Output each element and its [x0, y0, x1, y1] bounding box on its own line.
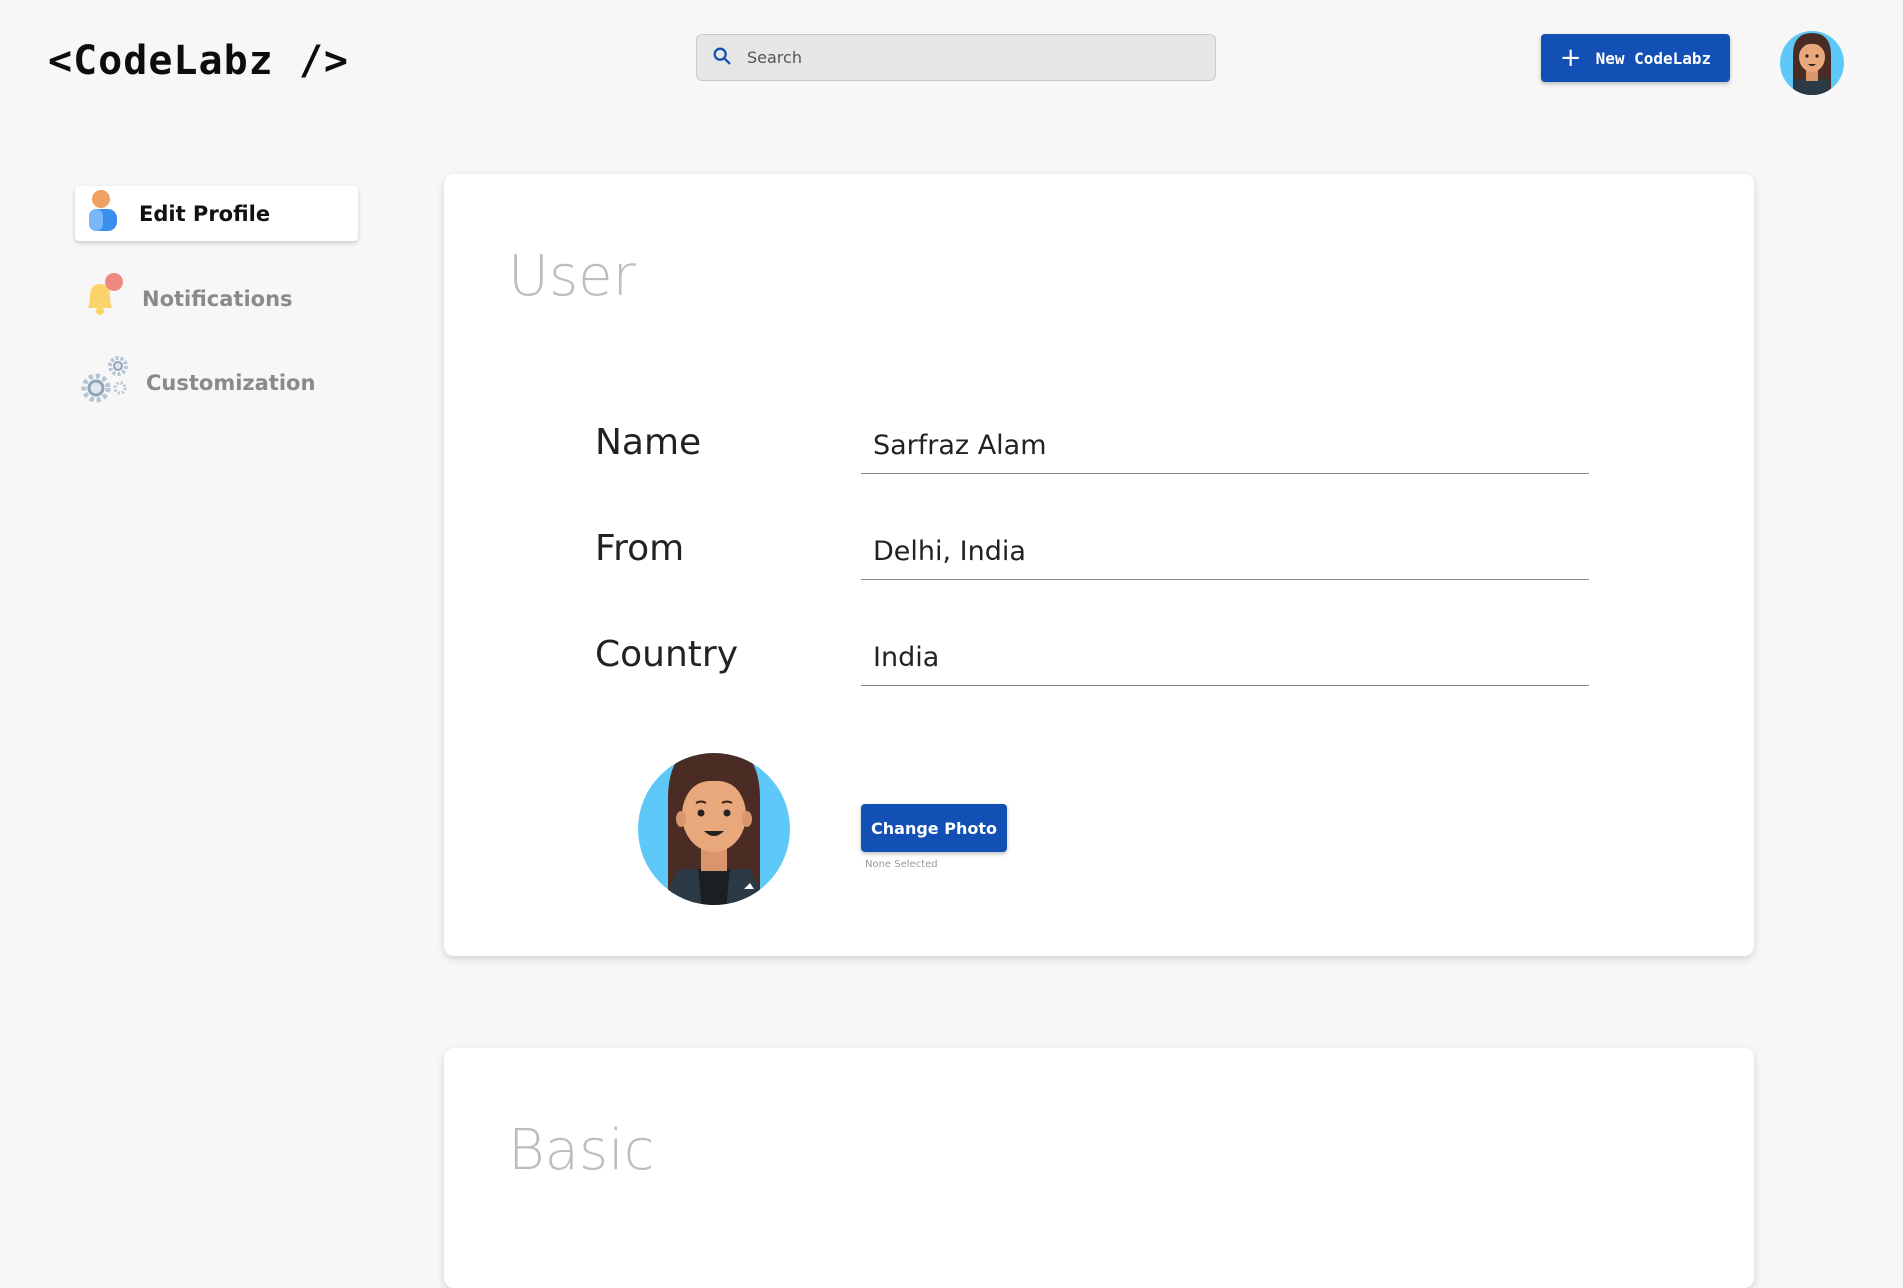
country-field[interactable] [861, 630, 1589, 686]
app-logo[interactable]: <CodeLabz /> [48, 38, 349, 84]
user-card: User Name From Country [444, 174, 1754, 956]
bell-icon [78, 272, 126, 325]
change-photo-button[interactable]: Change Photo [861, 804, 1007, 852]
search-icon [711, 45, 733, 71]
sidebar-item-customization[interactable]: Customization [78, 354, 315, 411]
search-bar[interactable] [696, 34, 1216, 81]
from-field[interactable] [861, 524, 1589, 580]
sidebar-item-label: Edit Profile [139, 201, 271, 226]
sidebar-item-label: Notifications [142, 286, 293, 311]
sidebar-item-label: Customization [146, 370, 316, 395]
basic-card: Basic [444, 1048, 1754, 1288]
user-icon [83, 189, 123, 238]
section-title-basic: Basic [508, 1118, 655, 1183]
section-title-user: User [508, 244, 636, 309]
user-avatar[interactable] [1780, 25, 1844, 95]
file-status-text: None Selected [865, 859, 938, 870]
search-input[interactable] [745, 47, 1189, 68]
name-label: Name [595, 422, 702, 463]
name-field[interactable] [861, 418, 1589, 474]
gears-icon [78, 354, 130, 411]
sidebar-item-notifications[interactable]: Notifications [78, 272, 293, 325]
new-codelabz-button[interactable]: + New CodeLabz [1541, 34, 1730, 82]
from-label: From [595, 528, 685, 569]
sidebar-item-edit-profile[interactable]: Edit Profile [75, 186, 358, 241]
new-codelabz-label: New CodeLabz [1595, 48, 1712, 68]
country-label: Country [595, 634, 739, 675]
profile-photo [638, 739, 790, 905]
plus-icon: + [1559, 43, 1582, 73]
